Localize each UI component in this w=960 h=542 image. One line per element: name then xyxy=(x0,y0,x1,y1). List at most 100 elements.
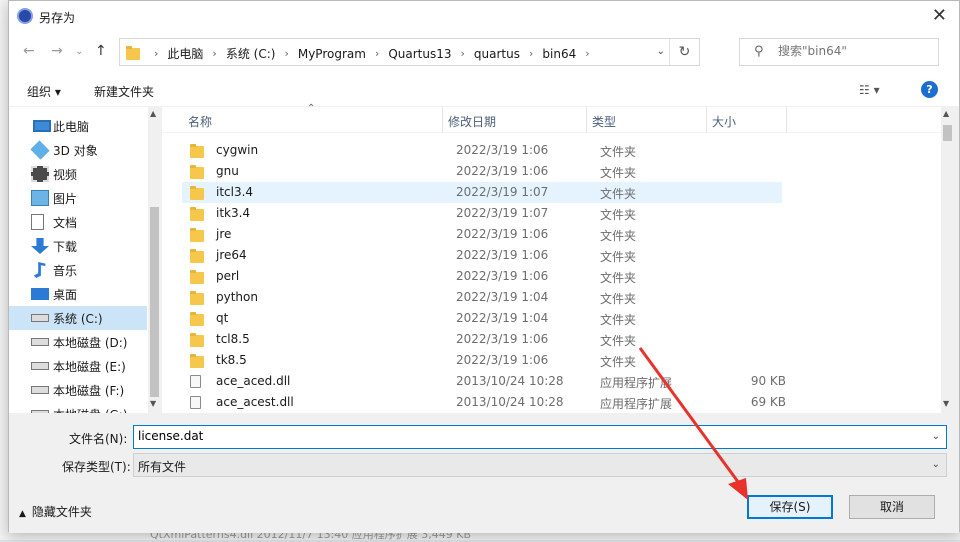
column-divider[interactable] xyxy=(786,107,787,133)
hide-folders-label: 隐藏文件夹 xyxy=(31,505,92,519)
help-icon[interactable]: ? xyxy=(921,81,938,98)
column-type[interactable]: 类型 xyxy=(592,113,616,130)
nav-item[interactable]: 本地磁盘 (F:) xyxy=(9,378,147,402)
column-date[interactable]: 修改日期 xyxy=(448,113,496,130)
file-row[interactable]: ace_aced.dll 2013/10/24 10:28 应用程序扩展 90 KB xyxy=(182,371,786,392)
cancel-button[interactable]: 取消 xyxy=(849,495,935,519)
folder-icon xyxy=(190,186,204,200)
file-row[interactable]: gnu 2022/3/19 1:06 文件夹 xyxy=(182,161,782,182)
file-name: cygwin xyxy=(216,143,259,157)
scroll-down-icon[interactable]: ▼ xyxy=(943,399,949,408)
file-row[interactable]: python 2022/3/19 1:04 文件夹 xyxy=(182,287,782,308)
file-size: 69 KB xyxy=(750,395,786,409)
nav-item[interactable]: 系统 (C:) xyxy=(9,306,147,330)
nav-item[interactable]: 本地磁盘 (D:) xyxy=(9,330,147,354)
up-arrow-icon[interactable]: ↑ xyxy=(95,43,107,59)
file-row[interactable]: tcl8.5 2022/3/19 1:06 文件夹 xyxy=(182,329,782,350)
chevron-down-icon[interactable]: ⌄ xyxy=(932,431,940,442)
nav-item[interactable]: 文档 xyxy=(9,210,147,234)
drive-icon xyxy=(31,314,49,322)
back-arrow-icon[interactable]: ← xyxy=(23,43,35,59)
file-row[interactable]: jre 2022/3/19 1:06 文件夹 xyxy=(182,224,782,245)
forward-arrow-icon[interactable]: → xyxy=(51,43,63,59)
drive-icon xyxy=(31,338,49,346)
breadcrumb-item[interactable]: MyProgram xyxy=(295,47,369,61)
nav-item[interactable]: 视频 xyxy=(9,162,147,186)
file-type: 应用程序扩展 xyxy=(600,376,673,390)
filetype-label: 保存类型(T): xyxy=(62,460,131,474)
save-button[interactable]: 保存(S) xyxy=(747,495,833,519)
breadcrumb-item[interactable]: 此电脑 xyxy=(164,45,206,62)
breadcrumb-separator[interactable]: › xyxy=(206,47,222,60)
breadcrumb-separator[interactable]: › xyxy=(278,47,294,60)
file-scroll-thumb[interactable] xyxy=(943,125,952,141)
drive-icon xyxy=(31,386,49,394)
column-name[interactable]: 名称 xyxy=(188,113,212,130)
address-bar[interactable]: › 此电脑 › 系统 (C:) › MyProgram › Quartus13 › quartus… xyxy=(119,38,700,66)
dll-file-icon xyxy=(190,375,201,388)
nav-item[interactable]: 桌面 xyxy=(9,282,147,306)
scroll-up-icon[interactable]: ▲ xyxy=(943,109,949,118)
breadcrumb-item[interactable]: Quartus13 xyxy=(385,47,454,61)
breadcrumb-item[interactable]: quartus xyxy=(471,47,523,61)
filename-input[interactable] xyxy=(138,429,918,443)
breadcrumb-separator[interactable]: › xyxy=(455,47,471,60)
file-name: ace_aced.dll xyxy=(216,374,291,388)
recent-locations-chevron-icon[interactable]: ⌄ xyxy=(75,46,83,57)
new-folder-button[interactable]: 新建文件夹 xyxy=(94,83,154,100)
nav-item[interactable]: 音乐 xyxy=(9,258,147,282)
file-scrollbar[interactable]: ▲ ▼ xyxy=(941,107,954,413)
folder-icon xyxy=(190,165,204,179)
nav-scrollbar[interactable]: ▲ ▼ xyxy=(148,107,161,413)
scroll-down-icon[interactable]: ▼ xyxy=(150,399,156,408)
file-date: 2022/3/19 1:07 xyxy=(456,206,549,220)
search-box[interactable]: ⚲ xyxy=(739,38,939,66)
nav-item[interactable]: 3D 对象 xyxy=(9,138,147,162)
nav-item[interactable]: 此电脑 xyxy=(9,114,147,138)
nav-item-label: 本地磁盘 (E:) xyxy=(53,359,126,374)
scroll-up-icon[interactable]: ▲ xyxy=(150,109,156,118)
filename-field[interactable]: ⌄ xyxy=(133,425,947,449)
filename-label: 文件名(N): xyxy=(69,432,128,446)
file-type: 文件夹 xyxy=(600,271,637,285)
address-dropdown-icon[interactable]: ⌄ xyxy=(657,46,665,57)
file-row[interactable]: jre64 2022/3/19 1:06 文件夹 xyxy=(182,245,782,266)
column-divider[interactable] xyxy=(442,107,443,133)
video-icon xyxy=(31,166,49,182)
file-row[interactable]: cygwin 2022/3/19 1:06 文件夹 xyxy=(182,140,782,161)
close-icon[interactable]: ✕ xyxy=(932,5,947,26)
file-type: 应用程序扩展 xyxy=(600,397,673,411)
breadcrumb-separator[interactable]: › xyxy=(579,47,595,60)
nav-scroll-thumb[interactable] xyxy=(150,207,159,397)
column-divider[interactable] xyxy=(706,107,707,133)
file-row[interactable]: ace_acest.dll 2013/10/24 10:28 应用程序扩展 69 KB xyxy=(182,392,786,413)
breadcrumb-item[interactable]: 系统 (C:) xyxy=(223,45,279,62)
file-name: perl xyxy=(216,269,240,283)
chevron-down-icon[interactable]: ⌄ xyxy=(932,459,940,470)
file-row[interactable]: qt 2022/3/19 1:04 文件夹 xyxy=(182,308,782,329)
file-row[interactable]: itk3.4 2022/3/19 1:07 文件夹 xyxy=(182,203,782,224)
breadcrumb-separator[interactable]: › xyxy=(148,47,164,60)
file-date: 2022/3/19 1:06 xyxy=(456,164,549,178)
file-date: 2022/3/19 1:06 xyxy=(456,248,549,262)
breadcrumb-item[interactable]: bin64 xyxy=(539,47,579,61)
file-row[interactable]: tk8.5 2022/3/19 1:06 文件夹 xyxy=(182,350,782,371)
nav-item[interactable]: 下载 xyxy=(9,234,147,258)
column-divider[interactable] xyxy=(586,107,587,133)
breadcrumb-separator[interactable]: › xyxy=(523,47,539,60)
nav-item[interactable]: 本地磁盘 (E:) xyxy=(9,354,147,378)
breadcrumb-separator[interactable]: › xyxy=(369,47,385,60)
file-row[interactable]: itcl3.4 2022/3/19 1:07 文件夹 xyxy=(182,182,782,203)
column-size[interactable]: 大小 xyxy=(712,113,736,130)
filetype-select[interactable]: 所有文件 ⌄ xyxy=(133,453,947,477)
hide-folders-toggle[interactable]: ▲ 隐藏文件夹 xyxy=(19,503,92,520)
organize-menu[interactable]: 组织 ▾ xyxy=(27,83,61,100)
search-input[interactable] xyxy=(778,44,928,58)
app-icon xyxy=(17,8,33,24)
file-type: 文件夹 xyxy=(600,208,637,222)
view-options-icon[interactable]: ☷ ▾ xyxy=(859,83,880,97)
file-row[interactable]: perl 2022/3/19 1:06 文件夹 xyxy=(182,266,782,287)
refresh-icon[interactable]: ↻ xyxy=(669,39,699,65)
file-date: 2013/10/24 10:28 xyxy=(456,374,564,388)
nav-item[interactable]: 图片 xyxy=(9,186,147,210)
